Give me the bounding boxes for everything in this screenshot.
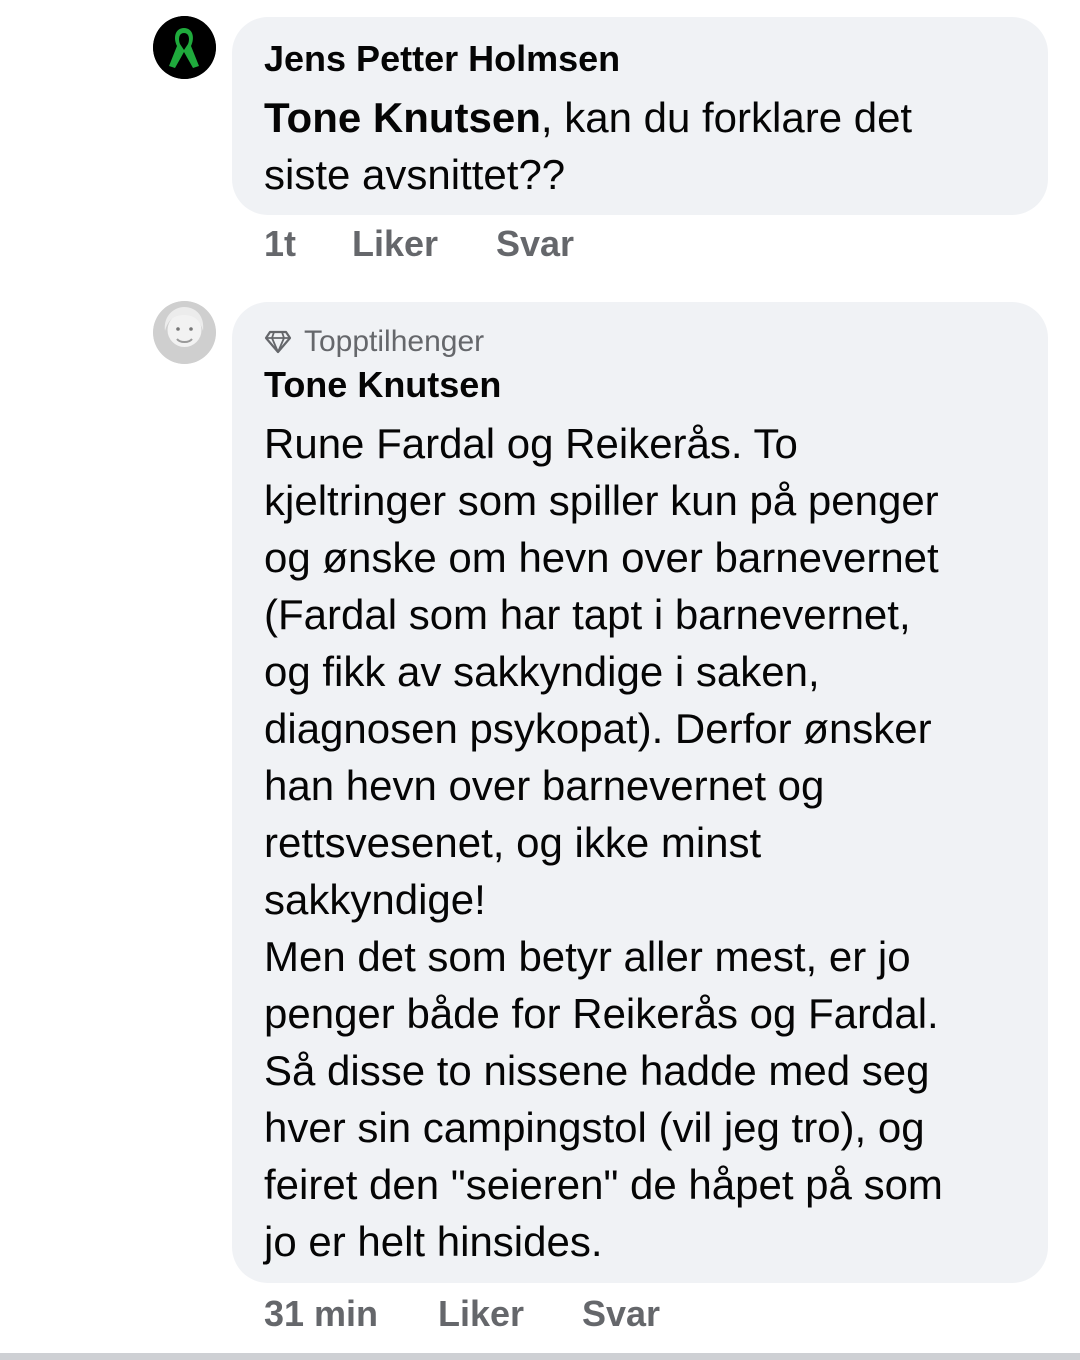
green-ribbon-icon	[153, 16, 216, 79]
comment-author[interactable]: Tone Knutsen	[264, 363, 1024, 407]
reply-button[interactable]: Svar	[582, 1293, 660, 1335]
comment-bubble[interactable]: Topptilhenger Tone Knutsen Rune Fardal o…	[232, 302, 1048, 1283]
comment-author[interactable]: Jens Petter Holmsen	[264, 37, 1024, 81]
diamond-icon	[264, 330, 292, 354]
like-button[interactable]: Liker	[352, 223, 496, 265]
avatar[interactable]	[153, 301, 216, 364]
divider	[0, 1353, 1080, 1360]
comment-text: Rune Fardal og Reikerås. To kjeltringer …	[264, 420, 943, 1265]
timestamp[interactable]: 1t	[264, 223, 352, 265]
comment-bubble[interactable]: Jens Petter Holmsen Tone Knutsen, kan du…	[232, 17, 1048, 215]
profile-photo-icon	[153, 301, 216, 364]
badge-label: Topptilhenger	[304, 325, 485, 358]
comment-actions: 1t Liker Svar	[264, 222, 574, 266]
comment-actions: 31 min Liker Svar	[264, 1292, 660, 1336]
mention-link[interactable]: Tone Knutsen	[264, 94, 541, 141]
reply-button[interactable]: Svar	[496, 223, 574, 265]
timestamp[interactable]: 31 min	[264, 1293, 438, 1335]
top-fan-badge: Topptilhenger	[264, 322, 1024, 362]
like-button[interactable]: Liker	[438, 1293, 582, 1335]
comment-text: Tone Knutsen, kan du forklare det siste …	[264, 89, 1024, 203]
avatar[interactable]	[153, 16, 216, 79]
